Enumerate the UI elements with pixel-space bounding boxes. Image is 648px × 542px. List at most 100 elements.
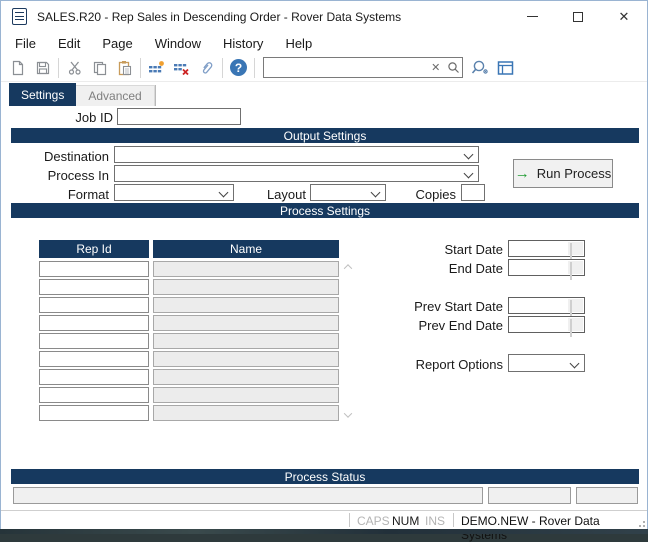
end-date-label: End Date [448,261,503,276]
copies-label: Copies [415,187,456,202]
rep-id-cell[interactable] [39,351,149,367]
run-process-button[interactable]: → Run Process [513,159,613,188]
menu-help[interactable]: Help [274,34,323,53]
name-cell [153,351,339,367]
end-date-calendar-button[interactable] [568,261,583,280]
desktop-background [0,529,648,534]
rep-id-cell[interactable] [39,279,149,295]
help-icon[interactable]: ? [226,56,251,80]
form-layout-icon[interactable] [493,56,518,80]
rep-id-cell[interactable] [39,387,149,403]
output-settings-header: Output Settings [11,128,639,143]
job-id-input[interactable] [117,108,241,125]
cut-icon[interactable] [62,56,87,80]
paste-icon[interactable] [112,56,137,80]
name-cell [153,387,339,403]
rep-id-cell[interactable] [39,261,149,277]
lookup-icon[interactable] [468,56,493,80]
maximize-button[interactable] [555,1,601,32]
rep-id-cell[interactable] [39,405,149,421]
prev-end-date-calendar-button[interactable] [568,318,583,337]
scroll-up-icon[interactable] [342,261,354,273]
close-button[interactable]: ✕ [601,1,647,32]
delete-record-icon[interactable] [169,56,194,80]
help-question-glyph: ? [230,59,247,76]
num-indicator: NUM [392,514,420,528]
chevron-down-icon [569,358,580,369]
layout-label: Layout [266,187,306,202]
menu-bar: File Edit Page Window History Help [1,32,647,54]
rep-id-cell[interactable] [39,297,149,313]
menu-file[interactable]: File [4,34,47,53]
toolbar-separator [222,57,223,78]
report-options-select[interactable] [508,354,585,372]
name-column-header: Name [153,240,339,258]
search-icon[interactable] [445,59,463,77]
title-bar: SALES.R20 - Rep Sales in Descending Orde… [1,1,647,32]
statusbar-separator [453,513,454,527]
scroll-down-icon[interactable] [342,409,354,421]
menu-window[interactable]: Window [144,34,212,53]
tab-strip: Settings Advanced [9,83,156,106]
job-id-label: Job ID [75,110,113,125]
tab-settings[interactable]: Settings [9,83,77,106]
rep-id-cell[interactable] [39,369,149,385]
process-in-select[interactable] [114,165,479,182]
ins-indicator: INS [425,514,446,528]
start-date-calendar-button[interactable] [568,242,583,261]
minimize-button[interactable] [509,1,555,32]
clear-search-icon[interactable]: ✕ [427,59,445,77]
name-cell [153,333,339,349]
prev-end-date-label: Prev End Date [418,318,503,333]
rep-id-cell[interactable] [39,333,149,349]
process-status-field [488,487,571,504]
app-icon [12,8,27,25]
report-options-label: Report Options [415,357,503,372]
format-label: Format [67,187,109,202]
copy-icon[interactable] [87,56,112,80]
search-input[interactable] [264,58,427,77]
process-status-field [576,487,638,504]
destination-select[interactable] [114,146,479,163]
process-status-header: Process Status [11,469,639,484]
calendar-icon [570,262,581,280]
copies-input[interactable] [461,184,485,201]
start-date-input[interactable] [508,240,585,261]
process-status-field [13,487,483,504]
chevron-down-icon [463,149,474,160]
search-box: ✕ [263,57,463,78]
status-bar: CAPS NUM INS DEMO.NEW - Rover Data Syste… [1,510,647,542]
attachment-icon[interactable] [194,56,219,80]
process-settings-header: Process Settings [11,203,639,218]
name-cell [153,261,339,277]
prev-start-date-calendar-button[interactable] [568,299,583,318]
close-icon: ✕ [618,9,630,24]
calendar-icon [570,300,581,318]
toolbar-separator [58,57,59,78]
resize-grip[interactable] [637,519,645,527]
name-cell [153,315,339,331]
prev-end-date-input[interactable] [508,316,585,337]
run-arrow-icon: → [514,165,530,182]
add-record-icon[interactable] [144,56,169,80]
menu-edit[interactable]: Edit [47,34,91,53]
destination-label: Destination [43,149,109,164]
run-process-label: Run Process [536,166,612,181]
start-date-label: Start Date [444,242,503,257]
save-icon[interactable] [30,56,55,80]
toolbar: ? ✕ [1,54,647,82]
tab-advanced[interactable]: Advanced [76,85,155,106]
new-document-icon[interactable] [5,56,30,80]
process-in-label: Process In [47,168,109,183]
prev-start-date-input[interactable] [508,297,585,318]
end-date-input[interactable] [508,259,585,280]
window-title: SALES.R20 - Rep Sales in Descending Orde… [37,9,402,24]
tab-edge [154,85,156,106]
name-cell [153,297,339,313]
calendar-icon [570,243,581,261]
app-window: SALES.R20 - Rep Sales in Descending Orde… [0,0,648,542]
rep-id-column-header: Rep Id [39,240,149,258]
menu-history[interactable]: History [212,34,274,53]
menu-page[interactable]: Page [91,34,143,53]
rep-id-cell[interactable] [39,315,149,331]
